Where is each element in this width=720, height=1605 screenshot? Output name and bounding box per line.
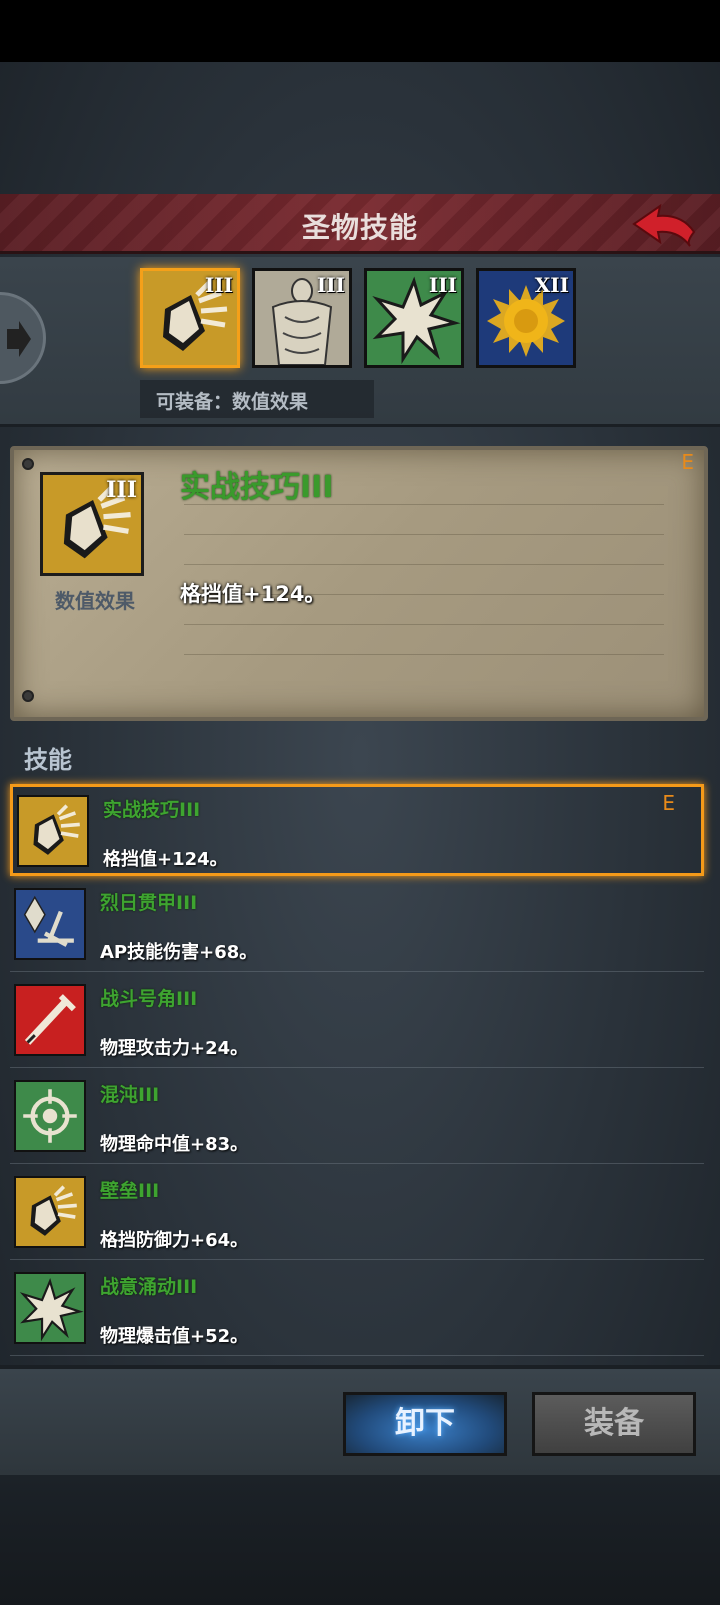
skill-effect: 物理爆击值+52。 xyxy=(100,1326,249,1347)
bottom-background xyxy=(0,1475,720,1605)
skill-row[interactable]: 混沌III 物理命中值+83。 xyxy=(10,1072,704,1164)
crystal-sword-icon xyxy=(23,895,74,947)
back-button[interactable] xyxy=(630,202,700,248)
detail-skill-effect: 格挡值+124。 xyxy=(180,582,326,606)
skill-icon xyxy=(14,888,86,960)
skill-row[interactable]: 烈日贯甲III AP技能伤害+68。 xyxy=(10,880,704,972)
right-arrow-icon xyxy=(7,321,31,357)
back-arrow-icon xyxy=(632,203,696,247)
skill-icon xyxy=(14,1080,86,1152)
detail-grade: E xyxy=(681,450,694,474)
skill-name: 混沌III xyxy=(100,1084,160,1106)
skill-row[interactable]: 壁垒III 格挡防御力+64。 xyxy=(10,1168,704,1260)
tab-relic-2[interactable]: III xyxy=(252,268,352,368)
detail-skill-icon: III xyxy=(40,472,144,576)
skill-icon xyxy=(17,795,89,867)
skill-effect: 格挡防御力+64。 xyxy=(100,1230,249,1251)
skill-icon xyxy=(14,984,86,1056)
skill-effect: 格挡值+124。 xyxy=(103,849,228,870)
sword-icon xyxy=(24,994,76,1045)
skill-name: 实战技巧III xyxy=(103,799,201,821)
tab-rank: III xyxy=(316,273,345,297)
skill-effect: 物理命中值+83。 xyxy=(100,1134,249,1155)
detail-skill-name: 实战技巧III xyxy=(180,470,334,505)
crosshair-icon xyxy=(23,1089,77,1143)
skill-icon xyxy=(14,1272,86,1344)
skill-name: 战意涌动III xyxy=(100,1276,198,1298)
unequip-button[interactable]: 卸下 xyxy=(343,1392,507,1456)
tab-relic-3[interactable]: III xyxy=(364,268,464,368)
skill-row[interactable]: 战斗号角III 物理攻击力+24。 xyxy=(10,976,704,1068)
page-title: 圣物技能 xyxy=(301,211,418,244)
skill-name: 烈日贯甲III xyxy=(100,892,198,914)
skill-name: 战斗号角III xyxy=(100,988,198,1010)
status-bar-area xyxy=(0,0,720,62)
rivet xyxy=(22,458,34,470)
skill-icon xyxy=(14,1176,86,1248)
tab-relic-4[interactable]: XII xyxy=(476,268,576,368)
shield-fist-icon xyxy=(33,804,80,855)
tab-rank: XII xyxy=(534,273,569,297)
skill-row[interactable]: 战意涌动III 物理爆击值+52。 xyxy=(10,1264,704,1356)
skill-name: 壁垒III xyxy=(100,1180,160,1202)
skill-effect: AP技能伤害+68。 xyxy=(100,942,258,963)
title-bar: 圣物技能 xyxy=(0,194,720,254)
tab-rank: III xyxy=(204,273,233,297)
detail-type: 数值效果 xyxy=(55,589,135,613)
shield-fist-icon xyxy=(30,1185,77,1236)
skill-grade: E xyxy=(662,791,675,815)
skill-effect: 物理攻击力+24。 xyxy=(100,1038,249,1059)
rivet xyxy=(22,690,34,702)
detail-rank: III xyxy=(106,477,137,503)
equip-hint: 可装备：数值效果 xyxy=(140,380,374,418)
skill-row[interactable]: 实战技巧III 格挡值+124。 E xyxy=(10,784,704,876)
tab-relic-1[interactable]: III xyxy=(140,268,240,368)
burst-star-icon xyxy=(19,1278,84,1342)
equip-button[interactable]: 装备 xyxy=(532,1392,696,1456)
tab-rank: III xyxy=(428,273,457,297)
skill-list-header: 技能 xyxy=(24,746,72,774)
